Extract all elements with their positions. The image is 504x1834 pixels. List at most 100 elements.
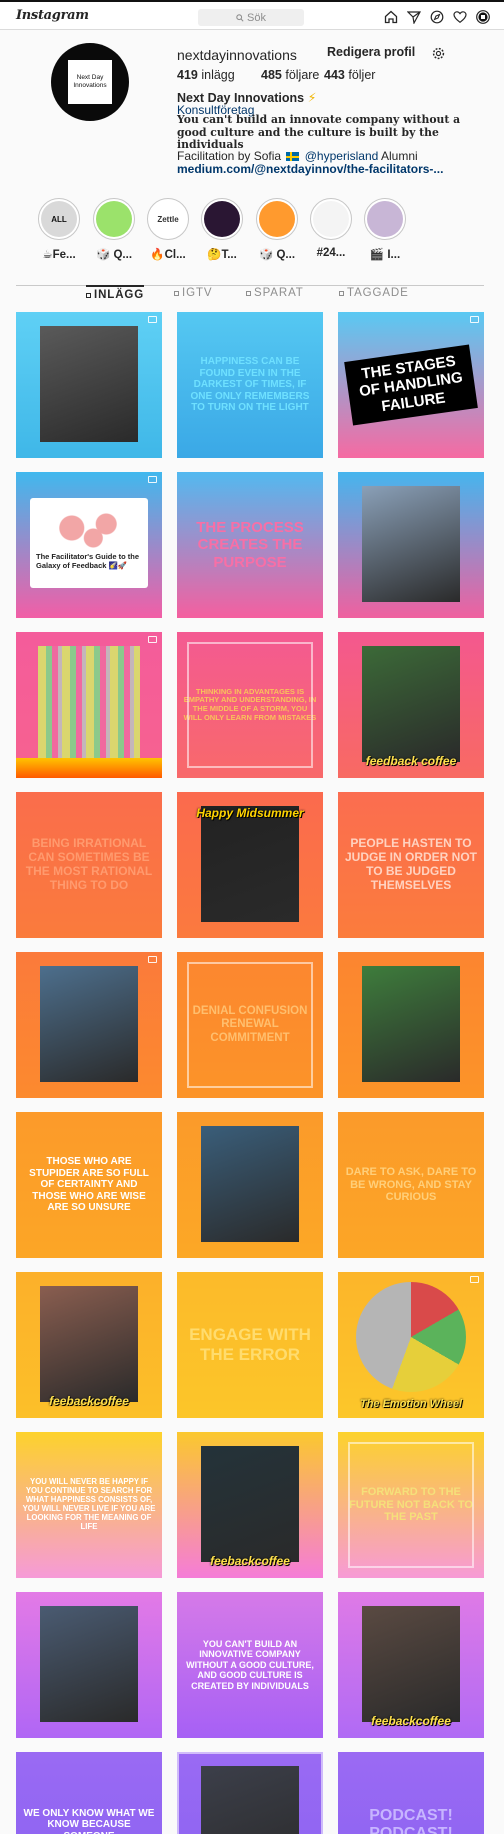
- highlight-label: 🎬 I...: [369, 249, 401, 261]
- highlight-item[interactable]: 🎲 Q...: [246, 198, 308, 261]
- profile-bio-line2: Facilitation by Sofia @hyperisland Alumn…: [177, 149, 418, 163]
- multiple-images-icon: [148, 316, 157, 323]
- post-tile[interactable]: We only know what we know because someon…: [16, 1752, 162, 1834]
- post-tile[interactable]: People hasten to judge in order not to b…: [338, 792, 484, 938]
- post-tile[interactable]: [177, 1112, 323, 1258]
- card-title: The Facilitator's Guide to the Galaxy of…: [36, 552, 140, 570]
- post-tile[interactable]: You can't build an innovative company wi…: [177, 1592, 323, 1738]
- tab-taggade[interactable]: TAGGADE: [339, 287, 409, 299]
- highlight-thumbnail: [96, 201, 132, 237]
- multiple-images-icon: [148, 476, 157, 483]
- following-count[interactable]: 443 följer: [324, 68, 375, 82]
- post-tile[interactable]: Engage with the error: [177, 1272, 323, 1418]
- post-caption: feebackcoffee: [371, 1714, 451, 1728]
- post-tile[interactable]: feebackcoffee: [338, 1592, 484, 1738]
- post-tile[interactable]: [16, 632, 162, 778]
- card-diagram: [46, 508, 132, 548]
- post-photo: [362, 646, 460, 762]
- home-icon[interactable]: [384, 10, 398, 24]
- post-tile[interactable]: Thinking in advantages is empathy and un…: [177, 632, 323, 778]
- highlight-item[interactable]: 🎲 Q...: [83, 198, 145, 261]
- post-caption: feedback coffee: [365, 754, 457, 768]
- tab-icon: [339, 290, 344, 296]
- post-tile[interactable]: feebackcoffee: [16, 1272, 162, 1418]
- post-tile[interactable]: Podcast! Podcast!: [338, 1752, 484, 1834]
- highlight-label: ☕Fe...: [42, 249, 76, 261]
- post-tile[interactable]: [338, 472, 484, 618]
- highlight-cover: [364, 198, 406, 240]
- tab-label: INLÄGG: [94, 289, 145, 301]
- profile-avatar[interactable]: Next Day Innovations: [51, 43, 129, 121]
- highlight-item[interactable]: 🎬 I...: [354, 198, 416, 261]
- highlight-item[interactable]: ALL ☕Fe...: [28, 198, 90, 261]
- multiple-images-icon: [148, 636, 157, 643]
- post-photo: [40, 326, 138, 442]
- search-icon: [236, 13, 244, 22]
- highlight-item[interactable]: Zettle 🔥Cl...: [137, 198, 199, 261]
- post-tile[interactable]: Happiness can be found even in the darke…: [177, 312, 323, 458]
- post-tile[interactable]: [16, 952, 162, 1098]
- post-tile[interactable]: Being irrational can sometimes be the mo…: [16, 792, 162, 938]
- post-tile[interactable]: The process creates the purpose: [177, 472, 323, 618]
- activity-heart-icon[interactable]: [453, 10, 467, 24]
- explore-icon[interactable]: [430, 10, 444, 24]
- post-tile[interactable]: [16, 312, 162, 458]
- post-tile[interactable]: The stages of handling failure: [338, 312, 484, 458]
- multiple-images-icon: [148, 956, 157, 963]
- profile-tabs: INLÄGG IGTV SPARAT TAGGADE: [16, 285, 484, 309]
- followers-count[interactable]: 485 följare: [261, 68, 324, 82]
- highlight-item[interactable]: 🤔T...: [191, 198, 253, 261]
- post-tile[interactable]: Denial confusion renewal commitment: [177, 952, 323, 1098]
- post-tile[interactable]: The Facilitator's Guide to the Galaxy of…: [16, 472, 162, 618]
- post-caption: feebackcoffee: [210, 1554, 290, 1568]
- post-tile[interactable]: Those who are stupider are so full of ce…: [16, 1112, 162, 1258]
- post-tile[interactable]: The Emotion Wheel: [338, 1272, 484, 1418]
- post-tile[interactable]: Dare to ask, dare to be wrong, and stay …: [338, 1112, 484, 1258]
- post-caption: feebackcoffee: [49, 1394, 129, 1408]
- settings-gear-icon[interactable]: [432, 47, 445, 60]
- direct-icon[interactable]: [407, 10, 421, 24]
- post-photo: [362, 1606, 460, 1722]
- highlight-label: 🤔T...: [207, 249, 237, 261]
- post-tile[interactable]: feebackcoffee: [177, 1432, 323, 1578]
- search-input[interactable]: Sök: [198, 9, 304, 26]
- instagram-logo[interactable]: Instagram: [16, 8, 89, 23]
- highlight-label: 🎲 Q...: [258, 249, 296, 261]
- post-photo: [40, 966, 138, 1082]
- post-quote-text: We only know what we know because someon…: [23, 1807, 155, 1834]
- post-tile[interactable]: [16, 1592, 162, 1738]
- edit-profile-button[interactable]: Redigera profil: [325, 45, 417, 59]
- highlight-item[interactable]: #24...: [300, 198, 362, 259]
- post-tile[interactable]: You will never be happy if you continue …: [16, 1432, 162, 1578]
- tab-icon: [174, 290, 179, 296]
- profile-username: nextdayinnovations: [177, 47, 297, 63]
- tab-igtv[interactable]: IGTV: [174, 287, 212, 299]
- highlight-label: #24...: [316, 247, 346, 259]
- story-highlights: ALL ☕Fe... 🎲 Q... Zettle 🔥Cl... 🤔T... 🎲 Q... #2…: [28, 198, 488, 262]
- post-tile[interactable]: Happy Midsummer: [177, 792, 323, 938]
- multiple-images-icon: [470, 316, 479, 323]
- post-tile[interactable]: [338, 952, 484, 1098]
- post-photo: [40, 1286, 138, 1402]
- post-fire-strip: [16, 758, 162, 778]
- posts-count[interactable]: 419 inlägg: [177, 68, 261, 82]
- highlight-cover: Zettle: [147, 198, 189, 240]
- profile-avatar-icon[interactable]: [476, 10, 490, 24]
- post-caption: The Emotion Wheel: [359, 1398, 463, 1410]
- post-quote-text: The process creates the purpose: [196, 519, 304, 571]
- highlight-cover: [310, 198, 352, 240]
- profile-website-link[interactable]: medium.com/@nextdayinnov/the-facilitator…: [177, 162, 477, 176]
- highlight-thumbnail: [259, 201, 295, 237]
- highlight-thumbnail: [204, 201, 240, 237]
- highlight-cover: [201, 198, 243, 240]
- post-quote-text: Dare to ask, dare to be wrong, and stay …: [345, 1166, 477, 1204]
- highlight-label: 🎲 Q...: [95, 249, 133, 261]
- post-tile[interactable]: feedback coffee: [338, 632, 484, 778]
- mention-link[interactable]: @hyperisland: [305, 149, 379, 163]
- tab-inlägg[interactable]: INLÄGG: [86, 285, 145, 301]
- profile-stats: 419 inlägg 485 följare 443 följer: [177, 68, 375, 82]
- tab-sparat[interactable]: SPARAT: [246, 287, 304, 299]
- avatar-logo-text: Next Day Innovations: [68, 60, 112, 104]
- post-tile[interactable]: Forward to the future not back to the pa…: [338, 1432, 484, 1578]
- post-tile[interactable]: [177, 1752, 323, 1834]
